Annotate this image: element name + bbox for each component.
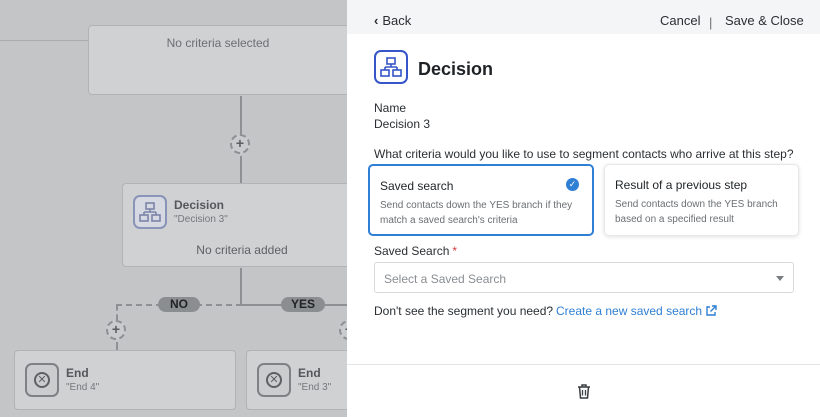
option-title: Result of a previous step bbox=[615, 178, 748, 192]
saved-search-label: Saved Search * bbox=[374, 244, 457, 258]
add-step-icon[interactable]: + bbox=[106, 320, 126, 340]
decision-node-subtitle: "Decision 3" bbox=[174, 214, 228, 225]
panel-title: Decision bbox=[418, 59, 494, 79]
decision-node-title: Decision bbox=[174, 198, 225, 212]
panel-header: ‹ Back Cancel | Save & Close bbox=[347, 0, 820, 34]
canvas-node-previous[interactable]: No criteria selected bbox=[88, 25, 347, 95]
end-node-subtitle: "End 4" bbox=[66, 382, 100, 393]
required-mark: * bbox=[452, 244, 458, 258]
end-node-title: End bbox=[66, 366, 89, 380]
end-node-icon: ✕ bbox=[257, 363, 291, 397]
no-branch-label: NO bbox=[158, 297, 200, 312]
connector-line bbox=[240, 96, 242, 134]
delete-step-button[interactable] bbox=[576, 383, 592, 400]
x-circle-icon: ✕ bbox=[266, 372, 282, 388]
external-link-icon bbox=[705, 305, 717, 320]
end-node-title: End bbox=[298, 366, 321, 380]
add-step-icon[interactable]: + bbox=[339, 320, 347, 340]
canvas-node-decision[interactable]: Decision "Decision 3" No criteria added bbox=[122, 183, 347, 267]
criteria-question: What criteria would you like to use to s… bbox=[374, 147, 794, 161]
save-close-button[interactable]: Save & Close bbox=[725, 13, 804, 28]
canvas-node-end[interactable]: ✕ End "End 4" bbox=[14, 350, 236, 410]
option-description: Send contacts down the YES branch based … bbox=[615, 199, 778, 225]
header-separator: | bbox=[709, 15, 713, 30]
chevron-left-icon: ‹ bbox=[374, 13, 379, 28]
decision-node-icon bbox=[133, 195, 167, 229]
end-node-subtitle: "End 3" bbox=[298, 382, 332, 393]
create-link-text: Create a new saved search bbox=[556, 304, 703, 318]
saved-search-placeholder: Select a Saved Search bbox=[384, 272, 507, 286]
check-circle-icon: ✓ bbox=[566, 178, 579, 191]
end-node-icon: ✕ bbox=[25, 363, 59, 397]
caret-down-icon bbox=[776, 276, 784, 281]
decision-icon bbox=[374, 50, 408, 84]
x-circle-icon: ✕ bbox=[34, 372, 50, 388]
option-saved-search[interactable]: Saved search ✓ Send contacts down the YE… bbox=[368, 164, 594, 236]
segment-prompt: Don't see the segment you need? bbox=[374, 304, 554, 318]
back-label: Back bbox=[382, 13, 412, 28]
saved-search-label-text: Saved Search bbox=[374, 244, 450, 258]
name-label: Name bbox=[374, 101, 407, 115]
connector-line bbox=[240, 268, 242, 305]
back-button[interactable]: ‹ Back bbox=[374, 13, 411, 28]
decision-node-empty-text: No criteria added bbox=[196, 243, 288, 257]
node-empty-text: No criteria selected bbox=[166, 36, 270, 50]
footer-divider bbox=[347, 364, 820, 365]
name-value[interactable]: Decision 3 bbox=[374, 117, 430, 131]
cancel-button[interactable]: Cancel bbox=[660, 13, 700, 28]
connector-line bbox=[240, 156, 242, 183]
canvas-node-end[interactable]: ✕ End "End 3" bbox=[246, 350, 347, 410]
connector-line bbox=[116, 305, 118, 320]
option-description: Send contacts down the YES branch if the… bbox=[380, 200, 573, 226]
saved-search-select[interactable]: Select a Saved Search bbox=[374, 262, 794, 293]
option-title: Saved search bbox=[380, 179, 454, 193]
yes-branch-label: YES bbox=[281, 297, 325, 312]
add-step-icon[interactable]: + bbox=[230, 134, 250, 154]
create-saved-search-link[interactable]: Create a new saved search bbox=[556, 304, 717, 320]
trash-icon bbox=[578, 384, 590, 399]
connector-line bbox=[116, 342, 118, 350]
workflow-canvas: No criteria selected + Decision "Decisio… bbox=[0, 0, 347, 417]
step-settings-panel: ‹ Back Cancel | Save & Close Decision Nam… bbox=[347, 0, 820, 417]
option-previous-step-result[interactable]: Result of a previous step Send contacts … bbox=[604, 164, 799, 236]
